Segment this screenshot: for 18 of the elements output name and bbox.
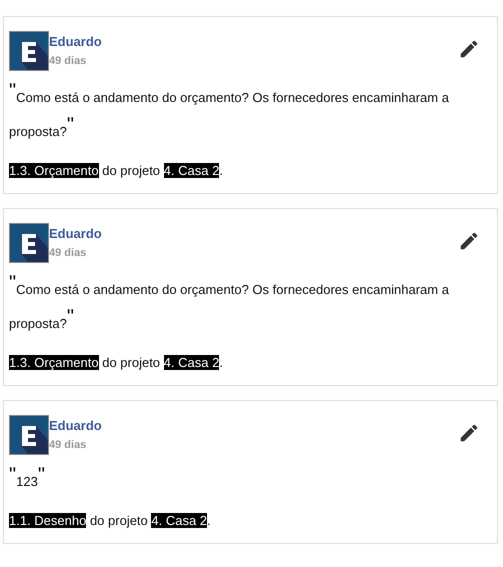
reference-text: . [207,513,211,528]
time-label: 49 dias [49,55,88,67]
author-name[interactable]: Eduardo [49,34,102,49]
reference-text: do projeto [101,163,162,178]
reference-text: do projeto [101,355,162,370]
reference-text: . [219,163,223,178]
highlighted-link[interactable]: 1.3. Orçamento [9,163,99,178]
reference-text: . [219,355,223,370]
time-label: 49 dias [49,439,88,451]
reference-text: do projeto [88,513,149,528]
highlighted-link[interactable]: 4. Casa 2 [151,513,208,528]
highlighted-link[interactable]: 4. Casa 2 [164,355,220,370]
author-name[interactable]: Eduardo [49,418,102,433]
highlighted-link[interactable]: 4. Casa 2 [164,163,220,178]
time-label: 49 dias [49,247,88,259]
highlighted-link[interactable]: 1.3. Orçamento [9,355,99,370]
highlighted-link[interactable]: 1.1. Desenho [9,513,86,528]
author-name[interactable]: Eduardo [49,226,102,241]
